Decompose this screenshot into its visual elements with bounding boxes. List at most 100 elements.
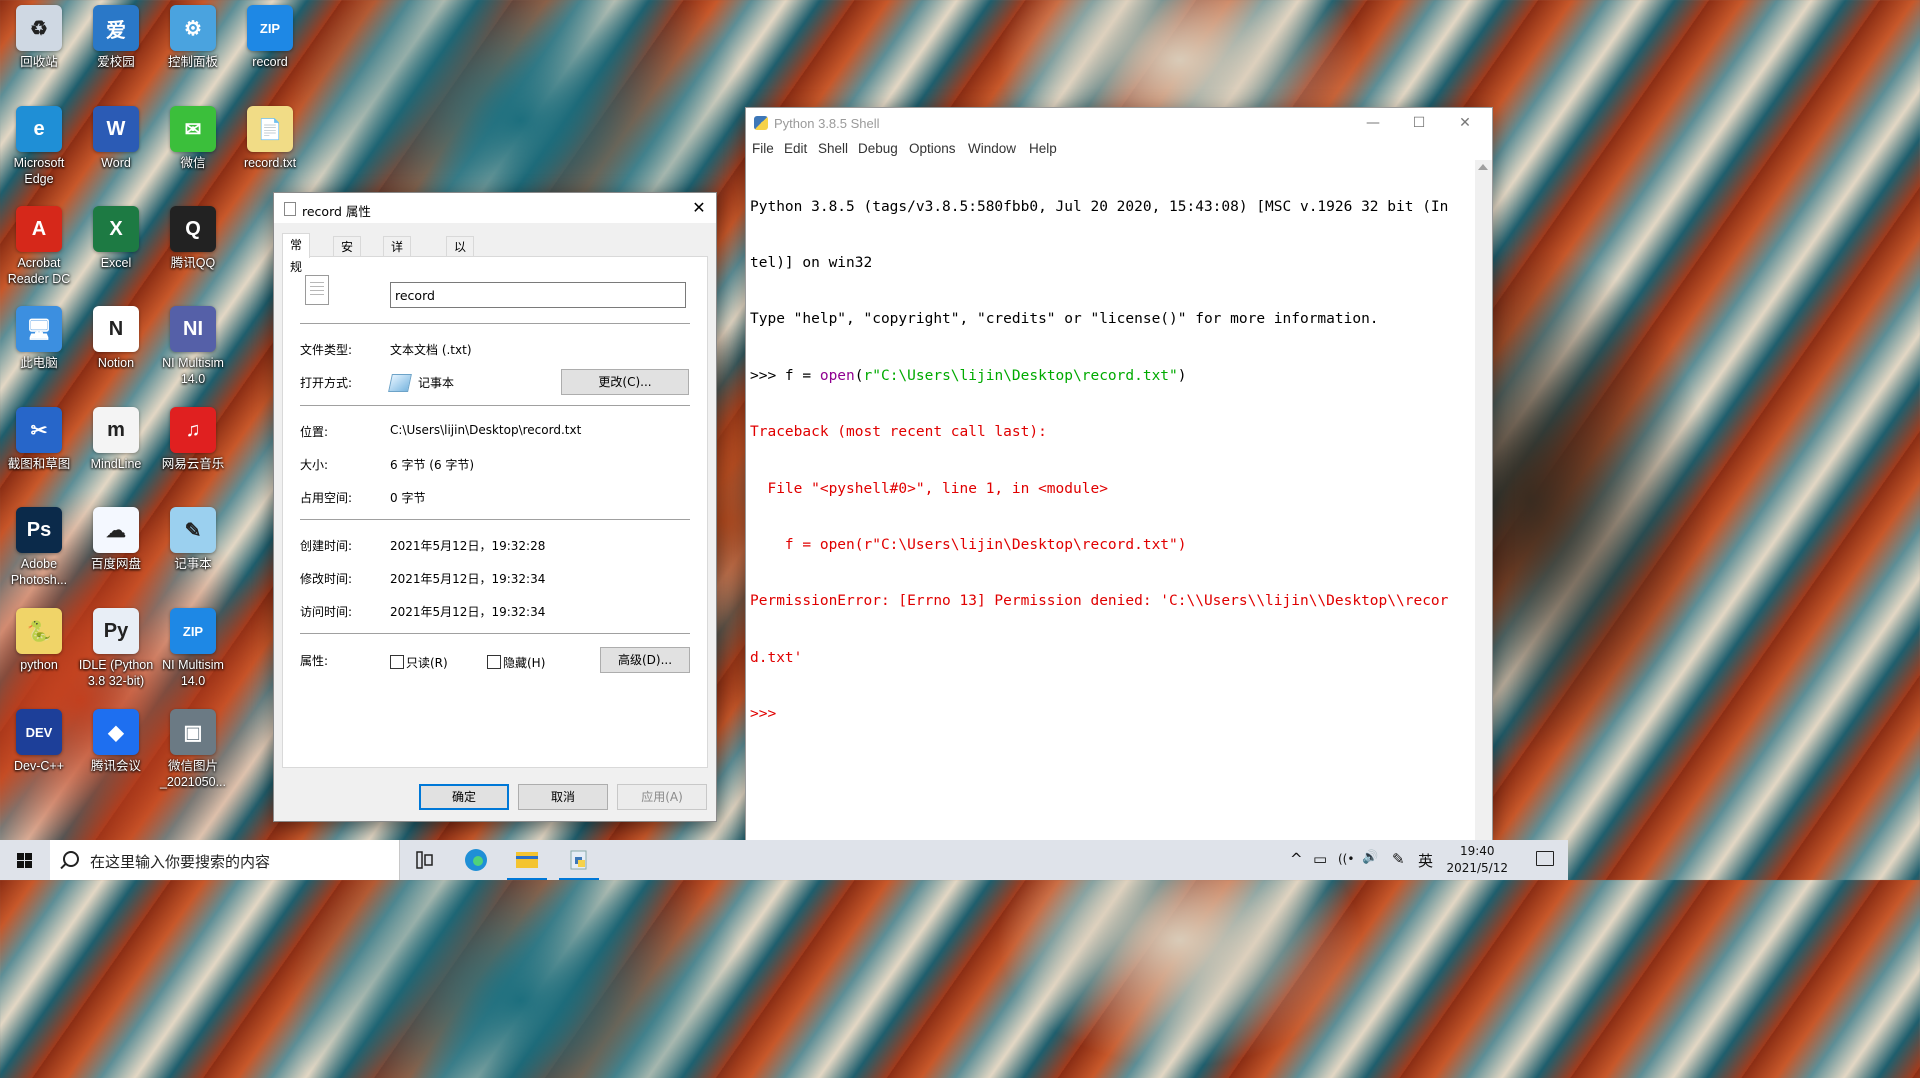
task-view-button[interactable] xyxy=(400,840,448,880)
desktop-icon[interactable]: DEV Dev-C++ xyxy=(0,709,78,774)
desktop-icon[interactable]: Q 腾讯QQ xyxy=(154,206,232,271)
wifi-icon[interactable]: ((• xyxy=(1338,852,1354,866)
tab-details[interactable]: 详细信息 xyxy=(383,236,412,314)
desktop-icon[interactable]: ✂ 截图和草图 xyxy=(0,407,78,472)
desktop-icon[interactable]: m MindLine xyxy=(77,407,155,472)
volume-icon[interactable]: 🔊 xyxy=(1362,850,1378,865)
shell-titlebar[interactable]: Python 3.8.5 Shell — ☐ ✕ xyxy=(746,108,1492,138)
pen-icon[interactable]: ✎ xyxy=(1392,850,1405,868)
desktop-icon[interactable]: 爱爱校园 xyxy=(77,5,155,70)
code-text: ) xyxy=(1177,367,1187,384)
close-icon[interactable]: ✕ xyxy=(682,193,716,223)
desktop-icon[interactable]: Ps Adobe Photosh... xyxy=(0,507,78,588)
cancel-button[interactable]: 取消 xyxy=(518,784,608,810)
tab-general[interactable]: 常规 xyxy=(282,233,311,274)
apply-button[interactable]: 应用(A) xyxy=(617,784,707,810)
desktop-icon[interactable]: 📄 record.txt xyxy=(231,106,309,171)
desktop-icon[interactable]: ✎ 记事本 xyxy=(154,507,232,572)
app-icon: Py xyxy=(93,608,139,654)
desktop-icon[interactable]: A Acrobat Reader DC xyxy=(0,206,78,287)
menu-file[interactable]: File xyxy=(752,141,774,156)
vertical-scrollbar[interactable] xyxy=(1475,160,1492,841)
desktop-icon[interactable]: Py IDLE (Python 3.8 32-bit) xyxy=(77,608,155,689)
scroll-up-icon[interactable] xyxy=(1478,164,1488,170)
hidden-checkbox[interactable]: 隐藏(H) xyxy=(487,655,567,670)
desktop-icon[interactable]: ZIP record xyxy=(231,5,309,70)
disk-size-value: 0 字节 xyxy=(390,491,426,505)
hidden-checkbox-box[interactable] xyxy=(487,655,501,669)
notification-icon[interactable] xyxy=(1536,851,1554,866)
taskbar-file-explorer[interactable] xyxy=(503,840,551,880)
general-panel: 文件类型: 文本文档 (.txt) 打开方式: 记事本 更改(C)... 位置:… xyxy=(282,256,708,768)
start-button[interactable] xyxy=(0,840,50,880)
desktop-icon-label: NI Multisim 14.0 xyxy=(162,356,224,386)
desktop-icon[interactable]: ZIP NI Multisim 14.0 xyxy=(154,608,232,689)
attributes-label: 属性: xyxy=(300,654,329,668)
taskbar-edge[interactable] xyxy=(452,840,500,880)
properties-dialog: record 属性 ✕ 常规 安全 详细信息 以前的版本 文件类型: 文本文档 … xyxy=(273,192,717,822)
maximize-icon[interactable]: ☐ xyxy=(1396,108,1442,138)
shell-line: tel)] on win32 xyxy=(750,254,873,271)
menu-shell[interactable]: Shell xyxy=(818,141,848,156)
app-icon: e xyxy=(16,106,62,152)
app-icon: NI xyxy=(170,306,216,352)
taskbar-search-box[interactable]: 在这里输入你要搜索的内容 xyxy=(50,840,400,880)
desktop-icon[interactable]: N Notion xyxy=(77,306,155,371)
taskbar-idle[interactable] xyxy=(555,840,603,880)
app-icon: ☁ xyxy=(93,507,139,553)
close-icon[interactable]: ✕ xyxy=(1442,108,1488,138)
desktop-icon[interactable]: ♻ 回收站 xyxy=(0,5,78,70)
code-text: f = xyxy=(784,367,820,384)
battery-icon[interactable]: ▭ xyxy=(1313,850,1327,868)
advanced-button[interactable]: 高级(D)... xyxy=(600,647,690,673)
menu-window[interactable]: Window xyxy=(968,141,1016,156)
text-file-icon xyxy=(305,275,329,305)
modified-label: 修改时间: xyxy=(300,572,353,586)
readonly-checkbox-box[interactable] xyxy=(390,655,404,669)
ime-indicator[interactable]: 英 xyxy=(1418,850,1433,871)
desktop-icon-label: record.txt xyxy=(243,156,297,170)
desktop-icon-label: 百度网盘 xyxy=(90,557,141,571)
menu-options[interactable]: Options xyxy=(909,141,956,156)
desktop-icon[interactable]: W Word xyxy=(77,106,155,171)
show-hidden-icons[interactable]: ^ xyxy=(1290,850,1303,868)
windows-logo-icon xyxy=(17,853,24,860)
desktop-icon[interactable]: X Excel xyxy=(77,206,155,271)
desktop-icon[interactable]: e Microsoft Edge xyxy=(0,106,78,187)
size-value: 6 字节 (6 字节) xyxy=(390,458,475,472)
change-button[interactable]: 更改(C)... xyxy=(561,369,689,395)
app-icon: ZIP xyxy=(247,5,293,51)
menu-debug[interactable]: Debug xyxy=(858,141,898,156)
app-icon: W xyxy=(93,106,139,152)
app-icon: ZIP xyxy=(170,608,216,654)
open-with-label: 打开方式: xyxy=(300,376,353,390)
desktop-icon[interactable]: ☁ 百度网盘 xyxy=(77,507,155,572)
desktop-icon[interactable]: 🐍 python xyxy=(0,608,78,673)
size-label: 大小: xyxy=(300,458,329,472)
ok-button[interactable]: 确定 xyxy=(419,784,509,810)
desktop-icon-label: python xyxy=(20,658,58,672)
app-icon: DEV xyxy=(16,709,62,755)
desktop-icon[interactable]: ⚙ 控制面板 xyxy=(154,5,232,70)
app-icon: A xyxy=(16,206,62,252)
menu-edit[interactable]: Edit xyxy=(784,141,807,156)
shell-line: f = open(r"C:\Users\lijin\Desktop\record… xyxy=(750,536,1187,553)
dialog-titlebar[interactable]: record 属性 ✕ xyxy=(274,193,716,223)
file-name-input[interactable] xyxy=(390,282,686,308)
tab-previous-versions[interactable]: 以前的版本 xyxy=(446,236,475,334)
desktop-icon-label: Acrobat Reader DC xyxy=(7,256,71,286)
shell-prompt-line[interactable]: >>> xyxy=(750,705,1474,724)
desktop-icon[interactable]: ▣ 微信图片_2021050... xyxy=(154,709,232,790)
desktop-icon[interactable]: ✉ 微信 xyxy=(154,106,232,171)
menu-help[interactable]: Help xyxy=(1029,141,1057,156)
location-label: 位置: xyxy=(300,425,329,439)
shell-output[interactable]: Python 3.8.5 (tags/v3.8.5:580fbb0, Jul 2… xyxy=(750,160,1474,841)
readonly-checkbox[interactable]: 只读(R) xyxy=(390,655,470,670)
taskbar-clock[interactable]: 19:40 2021/5/12 xyxy=(1446,843,1508,877)
desktop-icon[interactable]: ♫ 网易云音乐 xyxy=(154,407,232,472)
desktop-icon[interactable]: NI NI Multisim 14.0 xyxy=(154,306,232,387)
desktop-icon[interactable]: ◆ 腾讯会议 xyxy=(77,709,155,774)
desktop-icon[interactable]: 🖥 此电脑 xyxy=(0,306,78,371)
tab-security[interactable]: 安全 xyxy=(333,236,362,274)
minimize-icon[interactable]: — xyxy=(1350,108,1396,138)
